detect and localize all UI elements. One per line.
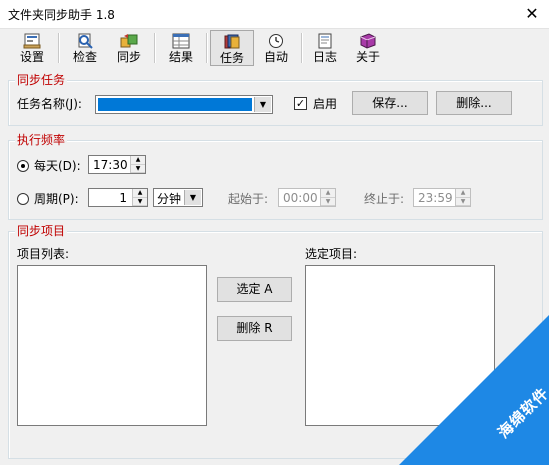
selected-items-label: 选定项目: (305, 247, 358, 261)
start-time-spinner[interactable]: 00:00 ▲ ▼ (278, 188, 336, 207)
check-icon (78, 33, 93, 49)
save-button-label: 保存... (372, 96, 408, 110)
toolbar-button-about[interactable]: 关于 (346, 30, 390, 66)
daily-time-spinner[interactable]: 17:30 ▲ ▼ (88, 155, 146, 174)
spinner-down-icon[interactable]: ▼ (131, 165, 145, 173)
toolbar-button-auto[interactable]: 自动 (254, 30, 298, 66)
enable-label: 启用 (313, 97, 338, 111)
app-window: 文件夹同步助手 1.8 ✕ 设置 检查 同步 结果 任务 自动 日志 关于 同步… (0, 0, 549, 465)
end-time-spinner[interactable]: 23:59 ▲ ▼ (413, 188, 471, 207)
remove-item-button[interactable]: 删除 R (217, 316, 292, 341)
toolbar-label-log: 日志 (312, 50, 337, 64)
spinner-buttons[interactable]: ▲ ▼ (320, 189, 335, 206)
remove-item-button-label: 删除 R (236, 321, 273, 335)
toolbar-label-task: 任务 (219, 51, 244, 65)
spinner-up-icon[interactable]: ▲ (456, 189, 470, 198)
period-unit-select[interactable]: 分钟 ▼ (153, 188, 203, 207)
period-unit-value: 分钟 (157, 192, 182, 206)
toolbar-label-auto: 自动 (263, 50, 288, 64)
start-time-value: 00:00 (283, 191, 318, 205)
daily-time-value: 17:30 (93, 158, 128, 172)
watermark: 海绵软件 (399, 315, 549, 465)
item-list-label: 项目列表: (17, 247, 70, 261)
toolbar: 设置 检查 同步 结果 任务 自动 日志 关于 (7, 29, 543, 67)
toolbar-label-sync: 同步 (116, 50, 141, 64)
period-label: 周期(P): (34, 192, 79, 206)
toolbar-separator (154, 33, 156, 63)
results-icon (172, 33, 190, 49)
frequency-group: 执行频率 每天(D): 17:30 ▲ ▼ 周期(P): 1 ▲ ▼ 分钟 ▼ 起始… (8, 133, 543, 220)
sync-icon (120, 34, 138, 48)
toolbar-button-sync[interactable]: 同步 (107, 30, 151, 66)
save-button[interactable]: 保存... (352, 91, 428, 115)
enable-checkbox[interactable]: ✓ (294, 97, 307, 110)
clock-icon (269, 34, 283, 48)
end-label: 终止于: (364, 192, 405, 206)
item-list-box[interactable] (17, 265, 207, 426)
watermark-corner (399, 315, 549, 465)
toolbar-label-about: 关于 (355, 50, 380, 64)
spinner-buttons[interactable]: ▲ ▼ (455, 189, 470, 206)
toolbar-button-log[interactable]: 日志 (303, 30, 347, 66)
spinner-down-icon[interactable]: ▼ (133, 198, 147, 206)
spinner-down-icon[interactable]: ▼ (321, 198, 335, 206)
delete-task-button[interactable]: 删除... (436, 91, 512, 115)
end-time-value: 23:59 (418, 191, 453, 205)
toolbar-button-results[interactable]: 结果 (159, 30, 203, 66)
daily-radio[interactable] (17, 160, 29, 172)
close-button[interactable]: ✕ (515, 0, 549, 28)
toolbar-button-settings[interactable]: 设置 (10, 30, 54, 66)
log-icon (318, 33, 332, 49)
task-icon (224, 34, 240, 49)
toolbar-separator (206, 33, 208, 63)
select-item-button[interactable]: 选定 A (217, 277, 292, 302)
select-item-button-label: 选定 A (236, 282, 273, 296)
toolbar-separator (58, 33, 60, 63)
spinner-up-icon[interactable]: ▲ (321, 189, 335, 198)
sync-items-group-title: 同步项目 (15, 224, 68, 238)
toolbar-label-settings: 设置 (19, 50, 44, 64)
delete-task-button-label: 删除... (456, 96, 492, 110)
spinner-buttons[interactable]: ▲ ▼ (130, 156, 145, 173)
chevron-down-icon[interactable]: ▼ (184, 190, 201, 205)
task-name-selection (98, 98, 252, 111)
toolbar-button-task[interactable]: 任务 (210, 30, 254, 66)
period-spinner[interactable]: 1 ▲ ▼ (88, 188, 148, 207)
settings-icon (23, 33, 41, 49)
task-name-label: 任务名称(J): (17, 97, 82, 111)
spinner-up-icon[interactable]: ▲ (133, 189, 147, 198)
task-name-combobox[interactable]: ▼ (95, 95, 273, 114)
daily-label: 每天(D): (34, 159, 81, 173)
window-title: 文件夹同步助手 1.8 (8, 8, 115, 22)
period-value: 1 (119, 191, 127, 205)
title-bar: 文件夹同步助手 1.8 ✕ (0, 0, 549, 29)
spinner-buttons[interactable]: ▲ ▼ (132, 189, 147, 206)
chevron-down-icon[interactable]: ▼ (254, 97, 271, 112)
spinner-down-icon[interactable]: ▼ (456, 198, 470, 206)
start-label: 起始于: (228, 192, 269, 206)
toolbar-button-check[interactable]: 检查 (63, 30, 107, 66)
about-icon (360, 33, 376, 49)
frequency-group-title: 执行频率 (15, 133, 68, 147)
spinner-up-icon[interactable]: ▲ (131, 156, 145, 165)
sync-task-group: 同步任务 任务名称(J): ▼ ✓ 启用 保存... 删除... (8, 73, 543, 126)
period-radio[interactable] (17, 193, 29, 205)
sync-task-group-title: 同步任务 (15, 73, 68, 87)
toolbar-label-results: 结果 (168, 50, 193, 64)
toolbar-label-check: 检查 (72, 50, 97, 64)
